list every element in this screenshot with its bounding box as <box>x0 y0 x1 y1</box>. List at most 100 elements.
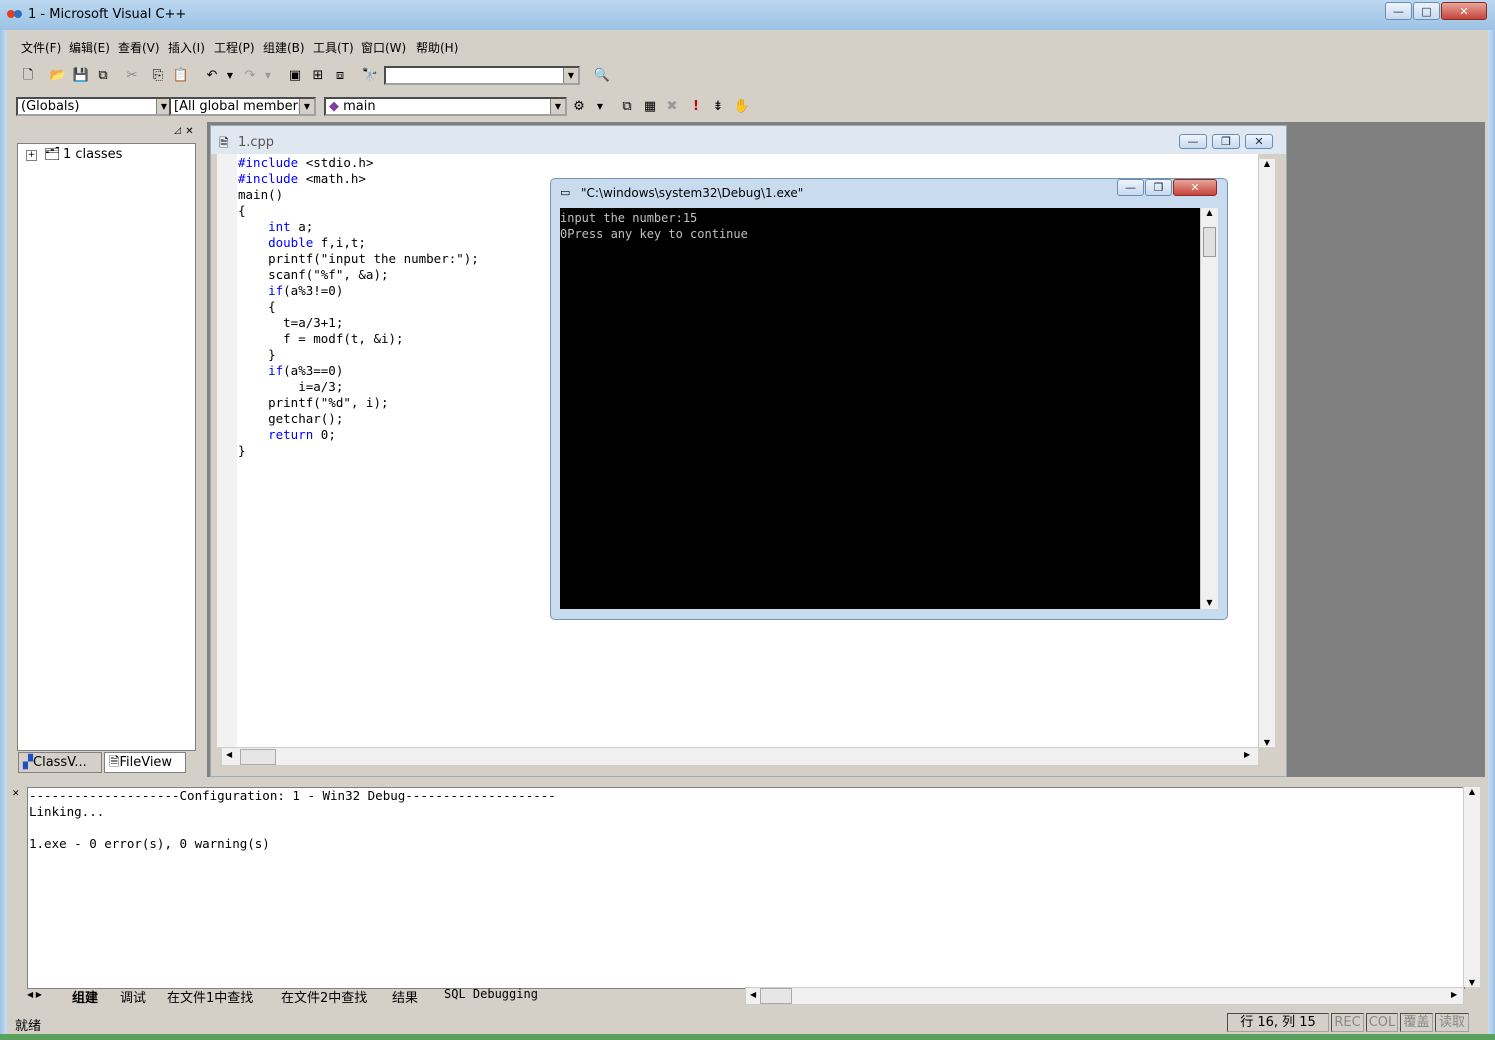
scroll-down-icon[interactable]: ▼ <box>1464 978 1480 987</box>
tab-classview-label: ClassV... <box>33 755 87 770</box>
scroll-up-icon[interactable]: ▲ <box>1464 787 1480 796</box>
chevron-down-icon[interactable]: ▼ <box>563 68 578 83</box>
pin-icon[interactable]: ◿ <box>172 126 183 137</box>
menu-file[interactable]: 文件(F) <box>21 39 61 56</box>
members-filter-combo[interactable]: [All global members ▼ <box>169 97 316 116</box>
scroll-down-icon[interactable]: ▼ <box>1259 738 1275 747</box>
scroll-right-icon[interactable]: ▶ <box>1244 750 1250 759</box>
code-keyword: double <box>238 235 314 250</box>
console-output[interactable]: input the number:15 0Press any key to co… <box>560 208 1200 609</box>
chevron-down-icon[interactable]: ▼ <box>550 99 565 114</box>
menu-help[interactable]: 帮助(H) <box>416 39 458 56</box>
menu-project[interactable]: 工程(P) <box>214 39 255 56</box>
save-icon[interactable]: 💾 <box>71 66 91 86</box>
scroll-up-icon[interactable]: ▲ <box>1201 208 1218 217</box>
code-line: return 0; <box>238 427 479 443</box>
build-icon[interactable]: ▦ <box>640 97 660 117</box>
console-vertical-scrollbar[interactable]: ▲ ▼ <box>1200 208 1218 609</box>
find-combo[interactable]: ▼ <box>384 66 580 85</box>
editor-minimize-button[interactable]: — <box>1179 134 1207 149</box>
editor-horizontal-scrollbar[interactable]: ◀ ▶ <box>222 747 1258 765</box>
maximize-button[interactable]: □ <box>1413 2 1440 20</box>
stop-build-icon[interactable]: ✖ <box>662 97 682 117</box>
tree-root-label[interactable]: 1 classes <box>63 147 122 162</box>
console-scroll-thumb[interactable] <box>1203 227 1216 257</box>
editor-close-button[interactable]: ✕ <box>1245 134 1273 149</box>
scroll-left-icon[interactable]: ◀ <box>226 750 232 759</box>
open-folder-icon[interactable]: 📂 <box>48 66 68 86</box>
redo-dropdown-icon[interactable]: ▼ <box>258 66 278 86</box>
code-text: f,i,t; <box>313 235 366 250</box>
output-close-icon[interactable]: ✕ <box>12 789 22 799</box>
output-vertical-scrollbar[interactable]: ▲ ▼ <box>1463 787 1480 987</box>
tab-classview[interactable]: ▞ClassV... <box>18 752 102 773</box>
save-all-icon[interactable]: ⧉ <box>93 66 113 86</box>
copy-icon[interactable]: ⎘ <box>148 66 168 86</box>
chevron-down-icon[interactable]: ▼ <box>299 99 314 114</box>
new-file-icon[interactable]: 🗋 <box>18 66 38 86</box>
output-scroll-thumb[interactable] <box>760 988 792 1004</box>
code-line: } <box>238 347 479 363</box>
undo-dropdown-icon[interactable]: ▼ <box>220 66 240 86</box>
console-maximize-button[interactable]: ❐ <box>1145 179 1172 196</box>
output-horizontal-scrollbar[interactable]: ◀ ▶ <box>745 987 1464 1005</box>
tab-sql-debugging[interactable]: SQL Debugging <box>444 987 538 1001</box>
compile-icon[interactable]: ⧉ <box>617 97 637 117</box>
close-button[interactable]: ✕ <box>1441 2 1487 20</box>
console-close-button[interactable]: ✕ <box>1173 179 1217 196</box>
workspace-close-icon[interactable]: ✕ <box>184 126 195 137</box>
horizontal-scroll-thumb[interactable] <box>240 749 276 765</box>
paste-icon[interactable]: 📋 <box>171 66 191 86</box>
window-list-icon[interactable]: ⧈ <box>330 66 350 86</box>
code-line: getchar(); <box>238 411 479 427</box>
scroll-up-icon[interactable]: ▲ <box>1259 159 1275 168</box>
breakpoint-hand-icon[interactable]: ✋ <box>732 97 752 117</box>
output-tab-scroll[interactable]: ◀ ▶ <box>27 987 59 1003</box>
class-tree: + 🗂 1 classes <box>17 143 196 751</box>
tab-results[interactable]: 结果 <box>392 987 418 1006</box>
menu-view[interactable]: 查看(V) <box>118 39 160 56</box>
workspace-window-icon[interactable]: ▣ <box>285 66 305 86</box>
scroll-down-icon[interactable]: ▼ <box>1201 598 1218 607</box>
function-combo[interactable]: ◆ main ▼ <box>324 97 567 116</box>
console-icon: ▭ <box>560 186 571 199</box>
menu-build[interactable]: 组建(B) <box>263 39 305 56</box>
find-in-files-icon[interactable]: 🔭 <box>360 66 380 86</box>
tab-debug[interactable]: 调试 <box>120 987 146 1006</box>
redo-icon[interactable]: ↷ <box>240 66 260 86</box>
menu-tools[interactable]: 工具(T) <box>313 39 354 56</box>
classes-folder-icon: 🗂 <box>44 147 61 162</box>
search-icon[interactable]: 🔍 <box>592 66 612 86</box>
scroll-left-icon[interactable]: ◀ <box>750 990 756 999</box>
go-icon[interactable]: ⇟ <box>708 97 728 117</box>
function-icon: ◆ <box>329 99 339 114</box>
editor-restore-button[interactable]: ❐ <box>1212 134 1240 149</box>
minimize-button[interactable]: — <box>1385 2 1412 20</box>
output-window-icon[interactable]: ⊞ <box>308 66 328 86</box>
tab-build[interactable]: 组建 <box>72 987 98 1006</box>
execute-icon[interactable]: ! <box>686 97 706 117</box>
expand-icon[interactable]: + <box>26 150 37 161</box>
undo-icon[interactable]: ↶ <box>202 66 222 86</box>
menu-window[interactable]: 窗口(W) <box>361 39 406 56</box>
tab-find-in-files-1[interactable]: 在文件1中查找 <box>167 987 253 1006</box>
console-minimize-button[interactable]: — <box>1117 179 1144 196</box>
console-line: 0Press any key to continue <box>560 227 748 241</box>
class-scope-value: (Globals) <box>21 99 80 114</box>
class-scope-combo[interactable]: (Globals) ▼ <box>16 97 173 116</box>
tab-fileview[interactable]: 🗎FileView <box>104 752 186 773</box>
wizard-action-dropdown-icon[interactable]: ▼ <box>590 97 610 117</box>
code-line: { <box>238 203 479 219</box>
code-text: getchar(); <box>238 411 344 426</box>
wizard-action-icon[interactable]: ⚙ <box>569 97 589 117</box>
scroll-right-icon[interactable]: ▶ <box>1451 990 1457 999</box>
code-line: scanf("%f", &a); <box>238 267 479 283</box>
editor-vertical-scrollbar[interactable]: ▲ ▼ <box>1258 159 1275 747</box>
menu-edit[interactable]: 编辑(E) <box>69 39 110 56</box>
code-text: <stdio.h> <box>298 155 374 170</box>
output-text[interactable]: --------------------Configuration: 1 - W… <box>27 787 1465 989</box>
cut-icon[interactable]: ✂ <box>122 66 142 86</box>
code-keyword: if <box>238 363 284 378</box>
menu-insert[interactable]: 插入(I) <box>168 39 205 56</box>
tab-find-in-files-2[interactable]: 在文件2中查找 <box>281 987 367 1006</box>
